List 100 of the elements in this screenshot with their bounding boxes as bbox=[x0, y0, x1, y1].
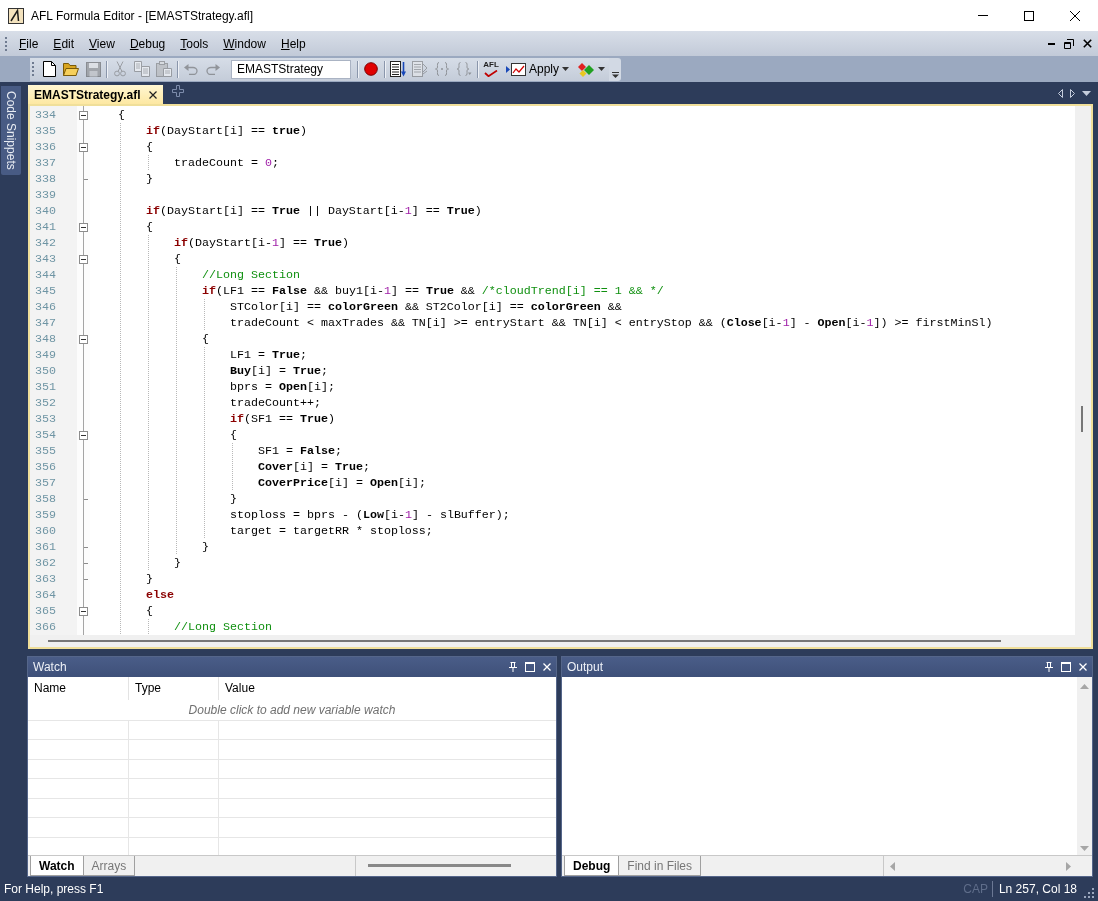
minimize-icon[interactable] bbox=[1048, 42, 1055, 45]
column-header[interactable]: Value bbox=[219, 677, 556, 700]
close-icon[interactable] bbox=[1070, 10, 1080, 21]
code-line: STColor[i] == colorGreen && ST2Color[i] == colorGreen && bbox=[230, 299, 622, 315]
pin-icon[interactable] bbox=[1045, 662, 1053, 672]
play-chart-icon[interactable] bbox=[506, 62, 526, 76]
breakpoint-icon[interactable] bbox=[364, 62, 378, 76]
menu-item[interactable]: View bbox=[82, 33, 123, 54]
panel-tab[interactable]: Find in Files bbox=[619, 856, 702, 876]
line-number: 339 bbox=[35, 188, 56, 202]
code-line: LF1 = True; bbox=[230, 347, 307, 363]
collapse-box-icon[interactable] bbox=[79, 606, 88, 616]
code-line: { bbox=[230, 427, 237, 443]
menu-item[interactable]: Window bbox=[216, 33, 274, 54]
panel-tab[interactable]: Debug bbox=[564, 856, 620, 876]
code-line: } bbox=[174, 555, 181, 571]
list-arrow-icon[interactable] bbox=[390, 61, 406, 77]
code-line: { bbox=[146, 603, 153, 619]
plus-icon[interactable] bbox=[172, 85, 185, 97]
collapse-box-icon[interactable] bbox=[79, 334, 88, 344]
check-icon[interactable] bbox=[484, 70, 498, 77]
folder-icon[interactable] bbox=[63, 62, 79, 76]
file-combo-box[interactable]: EMASTStrategy bbox=[231, 59, 351, 79]
menu-item[interactable]: Tools bbox=[173, 33, 217, 54]
code-line: } bbox=[146, 171, 153, 187]
scroll-right-icon[interactable] bbox=[1070, 88, 1075, 98]
panel-tab[interactable]: Watch bbox=[30, 856, 84, 876]
column-header[interactable]: Type bbox=[129, 677, 219, 700]
side-tab[interactable]: Code Snippets bbox=[1, 86, 21, 175]
scrollbar-thumb[interactable] bbox=[368, 864, 511, 867]
code-line: Cover[i] = True; bbox=[258, 459, 370, 475]
code-line: } bbox=[146, 571, 153, 587]
caret-icon[interactable] bbox=[598, 67, 606, 71]
code-line: { bbox=[174, 251, 181, 267]
line-number: 351 bbox=[35, 380, 56, 394]
collapse-box-icon[interactable] bbox=[79, 142, 88, 152]
code-line: stoploss = bprs - (Low[i-1] - slBuffer); bbox=[230, 507, 510, 523]
apply-button[interactable]: Apply bbox=[502, 58, 574, 80]
collapse-box-icon[interactable] bbox=[79, 254, 88, 264]
scrollbar-thumb[interactable] bbox=[48, 640, 1001, 642]
new-file-icon[interactable] bbox=[42, 61, 56, 77]
resize-grip-icon[interactable] bbox=[1083, 887, 1094, 898]
maximize-icon[interactable] bbox=[1024, 10, 1034, 21]
line-number: 338 bbox=[35, 172, 56, 186]
code-line: { bbox=[146, 139, 153, 155]
line-number: 359 bbox=[35, 508, 56, 522]
code-line: target = targetRR * stoploss; bbox=[230, 523, 433, 539]
line-number: 349 bbox=[35, 348, 56, 362]
collapse-box-icon[interactable] bbox=[79, 110, 88, 120]
cursor-position: Ln 257, Col 18 bbox=[998, 882, 1077, 896]
color-diamonds-icon[interactable] bbox=[577, 61, 596, 77]
collapse-box-icon[interactable] bbox=[79, 222, 88, 232]
panel-tab[interactable]: Arrays bbox=[83, 856, 136, 876]
window-title: AFL Formula Editor - [EMASTStrategy.afl] bbox=[31, 8, 254, 23]
scroll-left-icon[interactable] bbox=[1058, 88, 1063, 98]
close-icon[interactable] bbox=[1083, 39, 1092, 48]
line-number: 364 bbox=[35, 588, 56, 602]
line-number: 344 bbox=[35, 268, 56, 282]
dropdown-icon[interactable] bbox=[1082, 90, 1091, 96]
check-button[interactable]: AFL bbox=[480, 58, 502, 80]
code-line: else bbox=[146, 587, 174, 603]
vertical-scrollbar[interactable] bbox=[1075, 106, 1091, 635]
code-line: { bbox=[146, 219, 153, 235]
line-number: 336 bbox=[35, 140, 56, 154]
code-line: bprs = Open[i]; bbox=[230, 379, 335, 395]
code-line: { bbox=[118, 107, 125, 123]
restore-icon[interactable] bbox=[1064, 38, 1074, 49]
line-number: 334 bbox=[35, 108, 56, 122]
code-line: } bbox=[230, 491, 237, 507]
line-number: 353 bbox=[35, 412, 56, 426]
watch-hint[interactable]: Double click to add new variable watch bbox=[28, 700, 556, 721]
line-number: 337 bbox=[35, 156, 56, 170]
line-number: 350 bbox=[35, 364, 56, 378]
line-number: 352 bbox=[35, 396, 56, 410]
code-line: } bbox=[202, 539, 209, 555]
code-line: //Long Section bbox=[202, 267, 300, 283]
line-number: 342 bbox=[35, 236, 56, 250]
line-number: 361 bbox=[35, 540, 56, 554]
line-number: 341 bbox=[35, 220, 56, 234]
code-line: if(DayStart[i-1] == True) bbox=[174, 235, 349, 251]
line-number: 358 bbox=[35, 492, 56, 506]
scrollbar-thumb[interactable] bbox=[1081, 406, 1083, 432]
caret-icon[interactable] bbox=[562, 67, 570, 71]
toolbar-overflow-icon[interactable] bbox=[611, 71, 619, 78]
menu-item[interactable]: File bbox=[12, 33, 47, 54]
line-number: 340 bbox=[35, 204, 56, 218]
app-icon bbox=[8, 7, 24, 24]
menu-item[interactable]: Help bbox=[273, 33, 314, 54]
document-tab[interactable]: EMASTStrategy.afl bbox=[28, 85, 164, 104]
code-line: //Long Section bbox=[174, 619, 272, 635]
menu-item[interactable]: Edit bbox=[46, 33, 83, 54]
code-line: if(DayStart[i] == True || DayStart[i-1] == True) bbox=[146, 203, 482, 219]
line-number: 345 bbox=[35, 284, 56, 298]
line-number: 348 bbox=[35, 332, 56, 346]
column-header[interactable]: Name bbox=[28, 677, 129, 700]
pin-icon[interactable] bbox=[509, 662, 517, 672]
code-line: tradeCount++; bbox=[230, 395, 321, 411]
close-icon[interactable] bbox=[149, 90, 158, 99]
collapse-box-icon[interactable] bbox=[79, 430, 88, 440]
menu-item[interactable]: Debug bbox=[122, 33, 174, 54]
